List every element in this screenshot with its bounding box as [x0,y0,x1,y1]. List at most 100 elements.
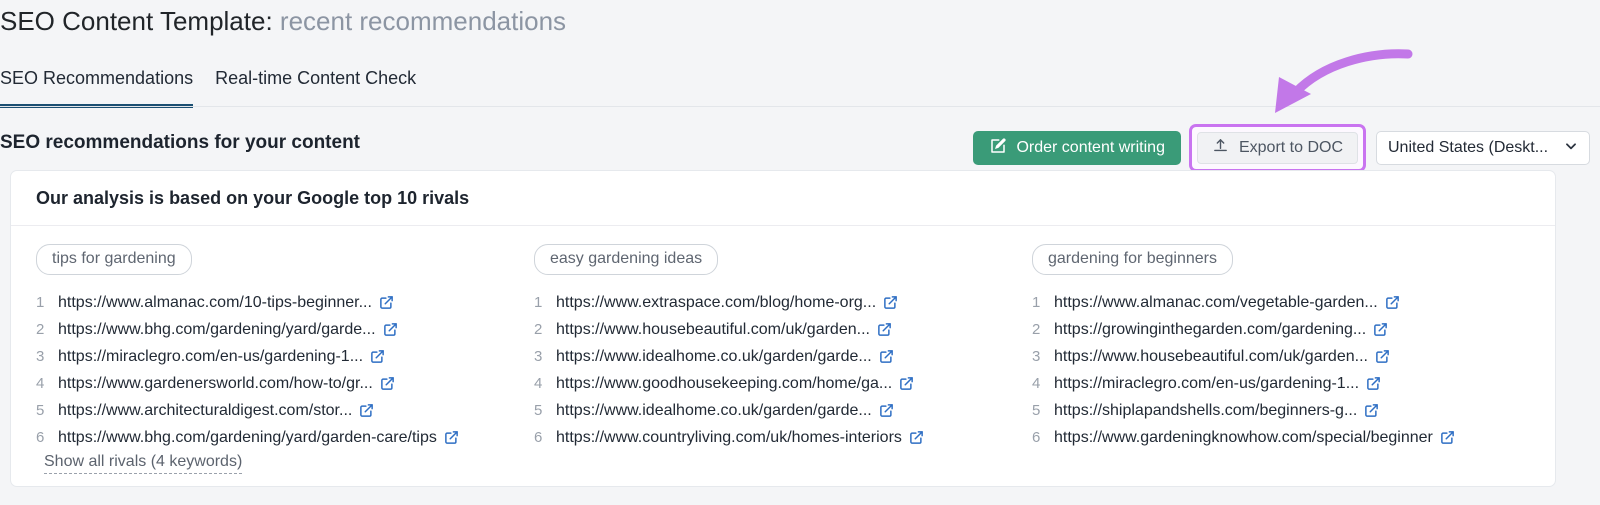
list-item[interactable]: 2 https://growinginthegarden.com/gardeni… [1032,316,1530,343]
rival-rank: 6 [534,429,543,446]
rivals-column: tips for gardening 1 https://www.almanac… [36,244,534,451]
external-link-icon[interactable] [883,295,898,310]
page-title: SEO Content Template: recent recommendat… [0,4,566,38]
list-item[interactable]: 4 https://www.gardenersworld.com/how-to/… [36,370,534,397]
external-link-icon[interactable] [879,349,894,364]
rival-rank: 4 [534,375,543,392]
external-link-icon[interactable] [370,349,385,364]
rival-rank: 5 [534,402,543,419]
list-item[interactable]: 4 https://www.goodhousekeeping.com/home/… [534,370,1032,397]
page-title-subject: recent recommendations [279,6,567,36]
rival-url: https://www.bhg.com/gardening/yard/garde… [58,320,376,338]
list-item[interactable]: 6 https://www.gardeningknowhow.com/speci… [1032,424,1530,451]
rival-rank: 6 [36,429,45,446]
rival-url: https://www.housebeautiful.com/uk/garden… [1054,347,1368,365]
rival-url: https://www.architecturaldigest.com/stor… [58,401,353,419]
external-link-icon[interactable] [1366,376,1381,391]
list-item[interactable]: 3 https://www.housebeautiful.com/uk/gard… [1032,343,1530,370]
rival-list: 1 https://www.almanac.com/10-tips-beginn… [36,289,534,451]
section-heading: SEO recommendations for your content [0,132,360,153]
rival-rank: 5 [36,402,45,419]
rival-rank: 2 [36,321,45,338]
tab-real-time-content-check-label: Real-time Content Check [215,68,417,88]
rival-rank: 2 [534,321,543,338]
rival-rank: 3 [1032,348,1041,365]
rival-url: https://www.bhg.com/gardening/yard/garde… [58,428,437,446]
rival-rank: 6 [1032,429,1041,446]
rival-url: https://www.idealhome.co.uk/garden/garde… [556,401,872,419]
list-item[interactable]: 2 https://www.bhg.com/gardening/yard/gar… [36,316,534,343]
list-fade-overlay [11,454,1555,480]
tab-real-time-content-check[interactable]: Real-time Content Check [215,66,416,108]
rival-list: 1 https://www.almanac.com/vegetable-gard… [1032,289,1530,451]
annotation-arrow [1248,40,1418,115]
external-link-icon[interactable] [380,376,395,391]
page-title-main: SEO Content Template: [0,6,273,36]
show-all-rivals-link[interactable]: Show all rivals (4 keywords) [44,453,243,474]
rival-rank: 3 [36,348,45,365]
rival-rank: 1 [534,294,543,311]
external-link-icon[interactable] [1375,349,1390,364]
list-item[interactable]: 3 https://www.idealhome.co.uk/garden/gar… [534,343,1032,370]
rival-url: https://www.countryliving.com/uk/homes-i… [556,428,902,446]
rival-url: https://www.almanac.com/vegetable-garden… [1054,293,1378,311]
order-content-writing-label: Order content writing [1016,139,1165,156]
region-device-select[interactable]: United States (Deskt... [1376,131,1590,165]
list-item[interactable]: 6 https://www.bhg.com/gardening/yard/gar… [36,424,534,451]
list-item[interactable]: 3 https://miraclegro.com/en-us/gardening… [36,343,534,370]
list-item[interactable]: 2 https://www.housebeautiful.com/uk/gard… [534,316,1032,343]
list-item[interactable]: 4 https://miraclegro.com/en-us/gardening… [1032,370,1530,397]
rival-rank: 2 [1032,321,1041,338]
rival-url: https://shiplapandshells.com/beginners-g… [1054,401,1358,419]
external-link-icon[interactable] [909,430,924,445]
curved-arrow-icon [1275,49,1413,113]
tab-bar-divider [0,106,1600,107]
rival-url: https://www.almanac.com/10-tips-beginner… [58,293,372,311]
rival-url: https://www.idealhome.co.uk/garden/garde… [556,347,872,365]
rivals-columns: tips for gardening 1 https://www.almanac… [36,244,1530,451]
external-link-icon[interactable] [1364,403,1379,418]
external-link-icon[interactable] [359,403,374,418]
rival-url: https://www.gardenersworld.com/how-to/gr… [58,374,373,392]
export-to-doc-label: Export to DOC [1238,139,1343,156]
toolbar-actions: Order content writing Export to DOC Unit… [973,124,1590,172]
list-item[interactable]: 1 https://www.almanac.com/10-tips-beginn… [36,289,534,316]
pencil-square-icon [989,137,1007,160]
rivals-card: Our analysis is based on your Google top… [10,170,1556,487]
tab-seo-recommendations[interactable]: SEO Recommendations [0,66,194,108]
list-item[interactable]: 1 https://www.extraspace.com/blog/home-o… [534,289,1032,316]
order-content-writing-button[interactable]: Order content writing [973,131,1181,165]
list-item[interactable]: 5 https://www.idealhome.co.uk/garden/gar… [534,397,1032,424]
rival-rank: 1 [1032,294,1041,311]
rival-url: https://www.goodhousekeeping.com/home/ga… [556,374,893,392]
rivals-column: easy gardening ideas 1 https://www.extra… [534,244,1032,451]
keyword-pill[interactable]: gardening for beginners [1032,244,1234,275]
list-item[interactable]: 1 https://www.almanac.com/vegetable-gard… [1032,289,1530,316]
external-link-icon[interactable] [444,430,459,445]
external-link-icon[interactable] [899,376,914,391]
external-link-icon[interactable] [1385,295,1400,310]
rival-rank: 1 [36,294,45,311]
upload-icon [1212,137,1229,159]
region-device-value: United States (Deskt... [1388,139,1549,156]
rival-rank: 4 [36,375,45,392]
list-item[interactable]: 5 https://www.architecturaldigest.com/st… [36,397,534,424]
list-item[interactable]: 5 https://shiplapandshells.com/beginners… [1032,397,1530,424]
external-link-icon[interactable] [1440,430,1455,445]
external-link-icon[interactable] [379,295,394,310]
external-link-icon[interactable] [877,322,892,337]
external-link-icon[interactable] [879,403,894,418]
export-to-doc-button[interactable]: Export to DOC [1196,132,1358,164]
external-link-icon[interactable] [383,322,398,337]
keyword-pill[interactable]: tips for gardening [36,244,192,275]
rivals-card-body: tips for gardening 1 https://www.almanac… [11,226,1555,486]
keyword-pill[interactable]: easy gardening ideas [534,244,719,275]
rival-url: https://www.extraspace.com/blog/home-org… [556,293,877,311]
rivals-card-heading: Our analysis is based on your Google top… [11,171,1555,226]
external-link-icon[interactable] [1373,322,1388,337]
rivals-column: gardening for beginners 1 https://www.al… [1032,244,1530,451]
chevron-down-icon [1564,139,1578,158]
list-item[interactable]: 6 https://www.countryliving.com/uk/homes… [534,424,1032,451]
rival-list: 1 https://www.extraspace.com/blog/home-o… [534,289,1032,451]
export-button-highlight: Export to DOC [1188,124,1366,172]
